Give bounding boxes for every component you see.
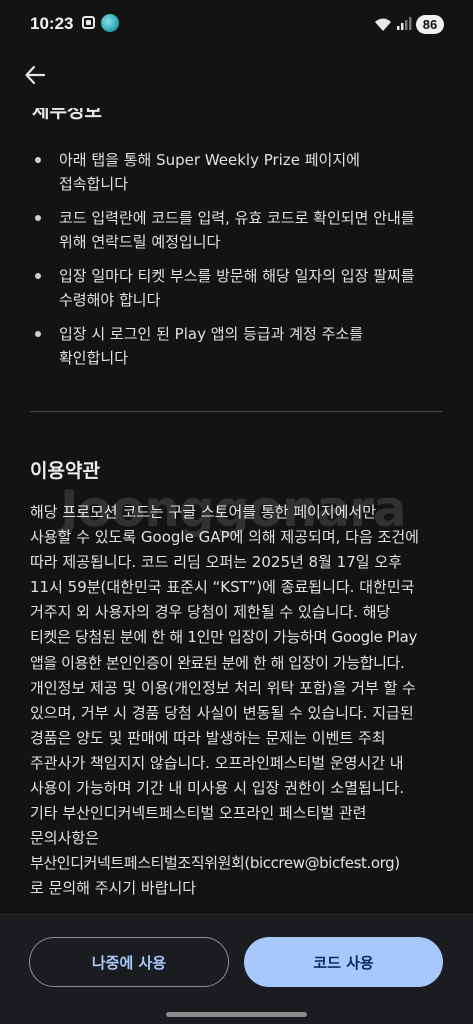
list-item: 코드 입력란에 코드를 입력, 유효 코드로 확인되면 안내를 위해 연락드릴 … <box>0 206 473 254</box>
bullet-line: 확인합니다 <box>59 349 129 367</box>
back-button[interactable] <box>18 60 52 94</box>
bullet-dot <box>35 331 41 337</box>
terms-line: 사용이 가능하며 기간 내 미사용 시 입장 권한이 소멸됩니다. <box>30 779 405 798</box>
terms-line: 있으며, 거부 시 경품 당첨 사실이 변동될 수 있습니다. 지급된 <box>30 703 414 722</box>
terms-line: 개인정보 제공 및 이용(개인정보 처리 위탁 포함)을 거부 할 수 <box>30 678 416 697</box>
bullet-line: 입장 일마다 티켓 부스를 방문해 해당 일자의 입장 팔찌를 <box>59 267 415 285</box>
terms-title: 이용약관 <box>30 460 100 482</box>
bullet-line: 아래 탭을 통해 Super Weekly Prize 페이지에 <box>59 151 360 169</box>
status-time: 10:23 <box>30 14 74 33</box>
terms-line: 문의사항은 <box>30 829 100 848</box>
bullet-dot <box>35 273 41 279</box>
screenshot-icon <box>82 16 95 29</box>
arrow-left-icon <box>24 64 46 90</box>
terms-line: 티켓은 당첨된 분에 한 해 1인만 입장이 가능하며 Google Play <box>30 628 418 647</box>
gesture-nav-handle[interactable] <box>166 1012 307 1017</box>
terms-line: 해당 프로모션 코드는 구글 스토어를 통한 페이지에서만 <box>30 503 377 521</box>
bullet-line: 수령해야 합니다 <box>59 291 161 309</box>
terms-line: 부산인디커넥트페스티벌조직위원회(biccrew@bicfest.org) <box>30 854 400 873</box>
signal-icon <box>396 16 412 35</box>
terms-line: 거주지 외 사용자의 경우 당첨이 제한될 수 있습니다. 해당 <box>30 603 391 622</box>
terms-line: 주관사가 책임지지 않습니다. 오프라인페스티벌 운영시간 내 <box>30 753 404 772</box>
terms-line: 11시 59분(대한민국 표준시 “KST”)에 종료됩니다. 대한민국 <box>30 578 415 597</box>
terms-line: 경품은 양도 및 판매에 따라 발생하는 문제는 이벤트 주최 <box>30 728 386 747</box>
terms-line: 기타 부산인디커넥트페스티벌 오프라인 페스티벌 관련 <box>30 804 367 823</box>
battery-indicator: 86 <box>416 15 444 34</box>
app-notification-icon <box>101 14 119 32</box>
bullet-dot <box>35 215 41 221</box>
bullet-line: 코드 입력란에 코드를 입력, 유효 코드로 확인되면 안내를 <box>59 209 415 227</box>
top-app-bar <box>0 50 473 106</box>
bullet-line: 접속합니다 <box>59 175 129 193</box>
bullet-line: 입장 시 로그인 된 Play 앱의 등급과 계정 주소를 <box>59 325 364 343</box>
use-later-button[interactable]: 나중에 사용 <box>29 937 229 987</box>
terms-line: 앱을 이용한 본인인증이 완료된 분에 한 해 입장이 가능합니다. <box>30 653 405 672</box>
list-item: 입장 시 로그인 된 Play 앱의 등급과 계정 주소를 확인합니다 <box>0 322 473 370</box>
use-code-button[interactable]: 코드 사용 <box>244 937 443 987</box>
wifi-icon <box>374 17 392 36</box>
terms-body: 해당 프로모션 코드는 구글 스토어를 통한 페이지에서만 사용할 수 있도록 … <box>30 500 448 902</box>
section-divider <box>30 411 443 412</box>
details-bullet-list: 아래 탭을 통해 Super Weekly Prize 페이지에 접속합니다 코… <box>0 148 473 380</box>
bullet-dot <box>35 157 41 163</box>
bottom-action-bar: 나중에 사용 코드 사용 <box>0 914 473 1024</box>
status-bar: 10:23 86 <box>0 0 473 50</box>
bullet-line: 위해 연락드릴 예정입니다 <box>59 233 221 251</box>
list-item: 아래 탭을 통해 Super Weekly Prize 페이지에 접속합니다 <box>0 148 473 196</box>
terms-line: 로 문의해 주시기 바랍니다 <box>30 879 197 898</box>
screen: 세부정보 아래 탭을 통해 Super Weekly Prize 페이지에 접속… <box>0 0 473 1024</box>
list-item: 입장 일마다 티켓 부스를 방문해 해당 일자의 입장 팔찌를 수령해야 합니다 <box>0 264 473 312</box>
terms-line: 따라 제공됩니다. 코드 리딤 오퍼는 2025년 8월 17일 오후 <box>30 553 402 572</box>
terms-line: 사용할 수 있도록 Google GAP에 의해 제공되며, 다음 조건에 <box>30 528 419 547</box>
